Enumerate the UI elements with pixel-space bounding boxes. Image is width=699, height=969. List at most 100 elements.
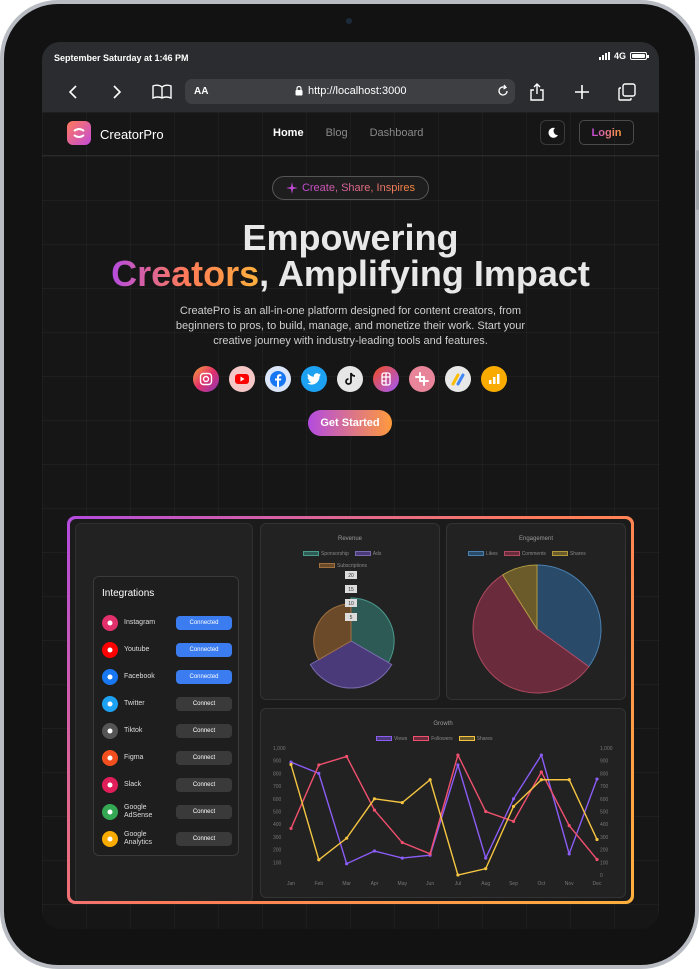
data-point[interactable]	[456, 763, 460, 767]
data-point[interactable]	[595, 857, 599, 862]
google-analytics-icon[interactable]	[481, 366, 507, 392]
data-point[interactable]	[400, 856, 404, 860]
connect-button[interactable]: Connect	[176, 751, 232, 765]
data-point[interactable]	[317, 763, 321, 767]
moon-icon	[548, 127, 558, 138]
connect-button[interactable]: Connect	[176, 778, 232, 792]
nav-home[interactable]: Home	[273, 127, 304, 139]
data-point[interactable]	[456, 753, 460, 757]
front-camera	[346, 18, 352, 24]
share-icon[interactable]	[525, 80, 549, 104]
data-point[interactable]	[567, 824, 571, 828]
integration-name: Youtube	[124, 646, 150, 653]
growth-chart-card: Growth Views Followers Shares 1,000 900 80…	[260, 708, 626, 898]
data-point[interactable]	[511, 804, 516, 809]
google-adsense-icon[interactable]	[445, 366, 471, 392]
data-point[interactable]	[511, 819, 516, 823]
forward-icon[interactable]	[105, 80, 129, 104]
browser-toolbar: AA http://localhost:3000	[42, 72, 659, 112]
data-point[interactable]	[484, 856, 488, 860]
data-point[interactable]	[539, 770, 543, 774]
lock-icon	[295, 86, 303, 96]
data-point[interactable]	[511, 797, 516, 801]
facebook-icon[interactable]	[265, 366, 291, 392]
data-point[interactable]	[428, 778, 432, 782]
integration-name: Facebook	[124, 673, 155, 680]
data-point[interactable]	[539, 753, 543, 757]
connect-button[interactable]: Connect	[176, 832, 232, 846]
slack-icon[interactable]	[409, 366, 435, 392]
data-point[interactable]	[372, 797, 377, 801]
login-button[interactable]: Login	[579, 120, 634, 145]
hero-description: CreatePro is an all-in-one platform desi…	[175, 305, 526, 347]
back-icon[interactable]	[61, 80, 85, 104]
y-tick-label: 100	[273, 860, 282, 866]
bookmarks-icon[interactable]	[150, 80, 174, 104]
connected-button[interactable]: Connected	[176, 670, 232, 684]
new-tab-icon[interactable]	[570, 80, 594, 104]
integration-row: Figma Connect	[102, 748, 232, 768]
integration-row: Tiktok Connect	[102, 721, 232, 741]
data-point[interactable]	[595, 777, 599, 781]
youtube-icon[interactable]	[229, 366, 255, 392]
twitter-icon[interactable]	[301, 366, 327, 392]
y2-tick-label: 500	[600, 810, 609, 816]
data-point[interactable]	[345, 754, 349, 759]
slack-icon	[102, 777, 118, 793]
twitter-icon	[102, 696, 118, 712]
data-point[interactable]	[595, 837, 599, 842]
get-started-button[interactable]: Get Started	[308, 410, 392, 436]
connect-button[interactable]: Connect	[176, 724, 232, 738]
connect-button[interactable]: Connect	[176, 697, 232, 711]
x-tick-label: Jan	[287, 881, 295, 887]
data-point[interactable]	[372, 849, 377, 853]
radial-tick-label: 20	[348, 573, 354, 579]
data-point[interactable]	[400, 801, 404, 805]
series-line-shares	[290, 764, 598, 876]
data-point[interactable]	[484, 867, 488, 871]
connected-button[interactable]: Connected	[176, 616, 232, 630]
figma-icon[interactable]	[373, 366, 399, 392]
integration-name: Twitter	[124, 700, 145, 707]
data-point[interactable]	[539, 778, 543, 782]
y2-tick-label: 0	[600, 873, 603, 879]
data-point[interactable]	[372, 808, 377, 812]
tabs-icon[interactable]	[615, 80, 639, 104]
data-point[interactable]	[317, 771, 321, 775]
data-point[interactable]	[456, 873, 460, 877]
y2-tick-label: 900	[600, 759, 609, 765]
data-point[interactable]	[289, 762, 293, 767]
data-point[interactable]	[345, 862, 349, 866]
data-point[interactable]	[428, 852, 432, 856]
data-point[interactable]	[567, 778, 571, 782]
nav-blog[interactable]: Blog	[326, 127, 348, 139]
growth-line-chart: 1,000 900 800 700 600 500 400 300 200 100 1,000 900…	[273, 746, 613, 887]
theme-toggle-button[interactable]	[540, 120, 565, 145]
google-analytics-icon	[102, 831, 118, 847]
reload-icon[interactable]	[496, 84, 510, 101]
tiktok-icon[interactable]	[337, 366, 363, 392]
integration-row: Google Analytics Connect	[102, 829, 232, 849]
data-point[interactable]	[345, 836, 349, 840]
data-point[interactable]	[317, 858, 321, 862]
y-tick-label: 800	[273, 771, 282, 777]
connect-button[interactable]: Connect	[176, 805, 232, 819]
address-bar[interactable]: AA http://localhost:3000	[185, 79, 515, 104]
x-tick-label: Mar	[342, 881, 351, 887]
data-point[interactable]	[567, 852, 571, 856]
top-navigation: CreatorPro Home Blog Dashboard Login	[42, 112, 659, 156]
nav-dashboard[interactable]: Dashboard	[370, 127, 424, 139]
y2-tick-label: 600	[600, 797, 609, 803]
logo-icon[interactable]	[67, 121, 91, 145]
y2-tick-label: 700	[600, 784, 609, 790]
data-point[interactable]	[484, 809, 488, 814]
series-line-views	[290, 753, 598, 865]
instagram-icon[interactable]	[193, 366, 219, 392]
brand-name[interactable]: CreatorPro	[100, 127, 164, 142]
text-size-button[interactable]: AA	[194, 86, 208, 97]
data-point[interactable]	[400, 840, 404, 845]
connected-button[interactable]: Connected	[176, 643, 232, 657]
battery-icon	[630, 52, 649, 60]
y-tick-label: 600	[273, 797, 282, 803]
data-point[interactable]	[289, 826, 293, 831]
